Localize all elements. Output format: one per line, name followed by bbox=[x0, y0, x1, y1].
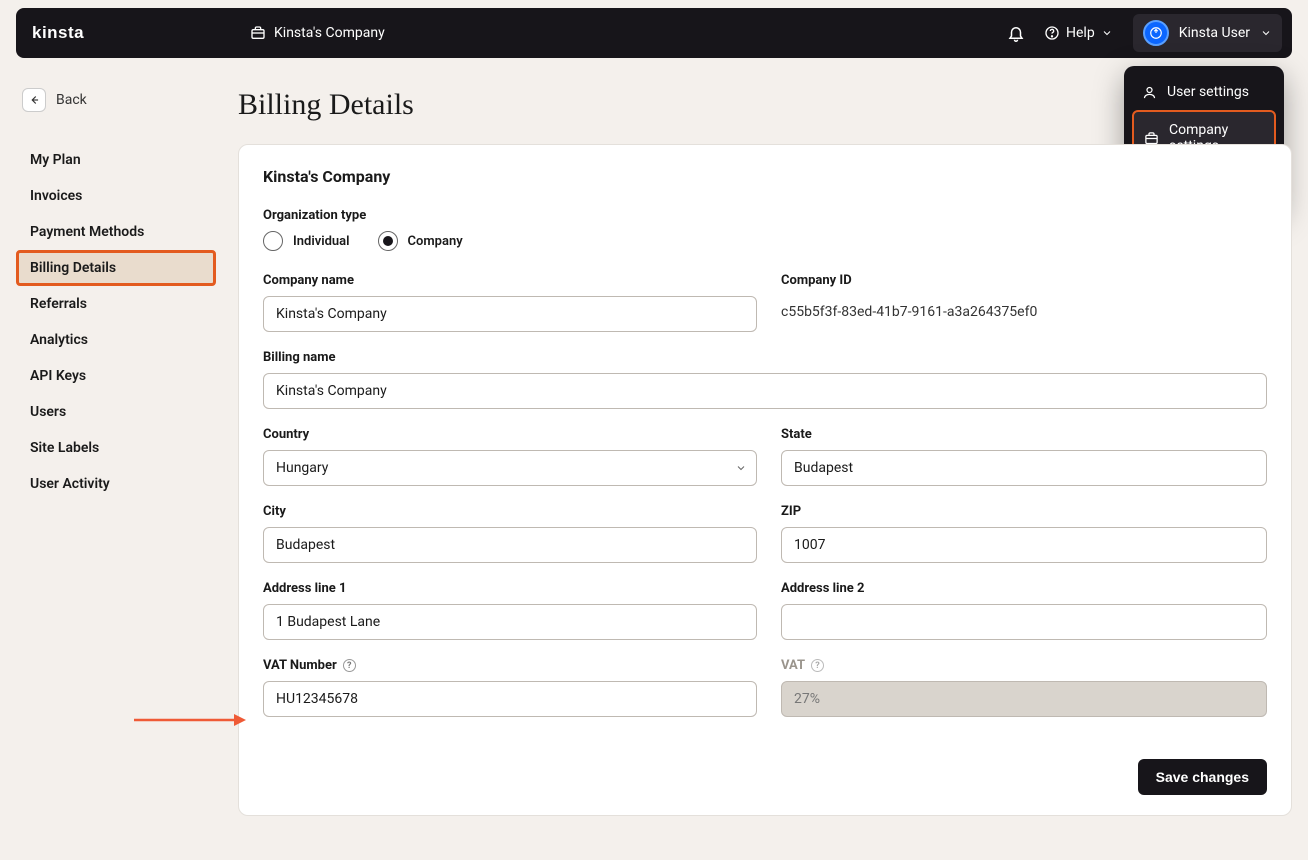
zip-input[interactable] bbox=[781, 527, 1267, 563]
company-id-value: c55b5f3f-83ed-41b7-9161-a3a264375ef0 bbox=[781, 296, 1267, 320]
back-label: Back bbox=[56, 92, 87, 108]
nav-label: API Keys bbox=[30, 368, 86, 384]
billing-name-input[interactable] bbox=[263, 373, 1267, 409]
company-context-label: Kinsta's Company bbox=[274, 25, 385, 41]
nav-payment-methods[interactable]: Payment Methods bbox=[16, 214, 216, 250]
nav-users[interactable]: Users bbox=[16, 394, 216, 430]
help-label: Help bbox=[1066, 25, 1095, 41]
address2-input[interactable] bbox=[781, 604, 1267, 640]
avatar bbox=[1143, 20, 1169, 46]
state-label: State bbox=[781, 427, 1267, 442]
nav-label: Billing Details bbox=[30, 260, 116, 276]
help-circle-icon bbox=[1044, 25, 1060, 41]
org-type-individual-radio[interactable]: Individual bbox=[263, 231, 350, 251]
chevron-down-icon bbox=[1101, 27, 1113, 39]
help-circle-icon[interactable]: ? bbox=[811, 659, 824, 672]
svg-text:kinsta: kinsta bbox=[32, 24, 84, 42]
company-id-label: Company ID bbox=[781, 273, 1267, 288]
city-label: City bbox=[263, 504, 757, 519]
nav-label: My Plan bbox=[30, 152, 81, 168]
company-name-label: Company name bbox=[263, 273, 757, 288]
user-name-label: Kinsta User bbox=[1179, 25, 1250, 41]
radio-icon bbox=[378, 231, 398, 251]
org-type-company-radio[interactable]: Company bbox=[378, 231, 463, 251]
nav-label: Users bbox=[30, 404, 66, 420]
country-label: Country bbox=[263, 427, 757, 442]
brand-logo: kinsta bbox=[32, 24, 90, 42]
zip-label: ZIP bbox=[781, 504, 1267, 519]
user-menu-button[interactable]: Kinsta User bbox=[1133, 14, 1282, 52]
notifications-button[interactable] bbox=[998, 15, 1034, 51]
vat-number-label: VAT Number bbox=[263, 658, 337, 673]
nav-my-plan[interactable]: My Plan bbox=[16, 142, 216, 178]
radio-label: Individual bbox=[293, 234, 350, 249]
bell-icon bbox=[1007, 24, 1025, 42]
chevron-down-icon bbox=[1260, 27, 1272, 39]
billing-card: Kinsta's Company Organization type Indiv… bbox=[238, 144, 1292, 816]
save-button-label: Save changes bbox=[1156, 769, 1249, 785]
vat-number-input[interactable] bbox=[263, 681, 757, 717]
nav-label: User Activity bbox=[30, 476, 110, 492]
nav-user-activity[interactable]: User Activity bbox=[16, 466, 216, 502]
help-circle-icon[interactable]: ? bbox=[343, 659, 356, 672]
briefcase-icon bbox=[250, 25, 266, 41]
nav-analytics[interactable]: Analytics bbox=[16, 322, 216, 358]
nav-label: Site Labels bbox=[30, 440, 99, 456]
top-bar: kinsta Kinsta's Company Help bbox=[16, 8, 1292, 58]
page-title: Billing Details bbox=[238, 88, 1292, 122]
address1-input[interactable] bbox=[263, 604, 757, 640]
nav-api-keys[interactable]: API Keys bbox=[16, 358, 216, 394]
nav-label: Analytics bbox=[30, 332, 88, 348]
billing-name-label: Billing name bbox=[263, 350, 1267, 365]
arrow-left-icon bbox=[22, 88, 46, 112]
company-name-input[interactable] bbox=[263, 296, 757, 332]
save-button[interactable]: Save changes bbox=[1138, 759, 1267, 795]
address2-label: Address line 2 bbox=[781, 581, 1267, 596]
help-button[interactable]: Help bbox=[1034, 25, 1123, 41]
nav-label: Invoices bbox=[30, 188, 82, 204]
address1-label: Address line 1 bbox=[263, 581, 757, 596]
nav-billing-details[interactable]: Billing Details bbox=[16, 250, 216, 286]
section-title: Kinsta's Company bbox=[263, 167, 1267, 186]
nav-label: Referrals bbox=[30, 296, 87, 312]
nav-invoices[interactable]: Invoices bbox=[16, 178, 216, 214]
state-input[interactable] bbox=[781, 450, 1267, 486]
radio-icon bbox=[263, 231, 283, 251]
sidebar: Back My Plan Invoices Payment Methods Bi… bbox=[16, 88, 216, 816]
country-select[interactable] bbox=[263, 450, 757, 486]
nav-label: Payment Methods bbox=[30, 224, 144, 240]
nav-referrals[interactable]: Referrals bbox=[16, 286, 216, 322]
nav-site-labels[interactable]: Site Labels bbox=[16, 430, 216, 466]
main-content: Billing Details Kinsta's Company Organiz… bbox=[238, 88, 1292, 816]
vat-label: VAT bbox=[781, 658, 805, 673]
vat-input bbox=[781, 681, 1267, 717]
city-input[interactable] bbox=[263, 527, 757, 563]
chevron-down-icon bbox=[735, 462, 747, 474]
radio-label: Company bbox=[408, 234, 463, 249]
company-context[interactable]: Kinsta's Company bbox=[250, 25, 385, 41]
org-type-label: Organization type bbox=[263, 208, 1267, 223]
back-button[interactable]: Back bbox=[22, 88, 216, 112]
